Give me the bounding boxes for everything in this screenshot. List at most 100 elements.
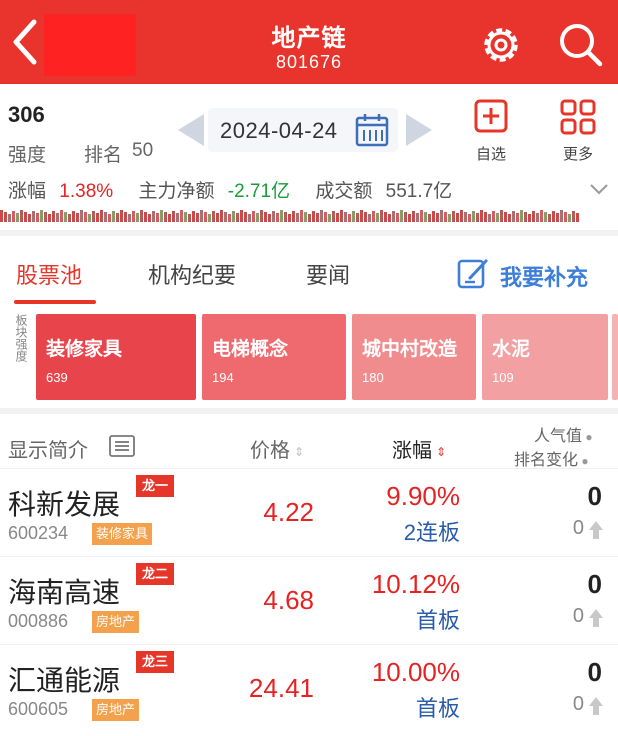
heat-bar-segment [180,210,183,222]
triangle-right-icon [406,114,432,146]
search-icon [560,24,603,67]
list-icon[interactable] [108,434,136,458]
stock-row[interactable]: 汇通能源 龙三 600605 房地产 24.41 10.00% 首板 0 0 [0,644,618,732]
plate-count: 639 [46,370,68,385]
heat-bar-segment [148,214,151,222]
plate-card[interactable]: 水泥 109 [482,314,608,400]
heat-bar-segment [260,210,263,222]
heat-bar-segment [288,214,291,222]
heat-bar-segment [256,213,259,222]
heat-bar-segment [8,214,11,222]
heat-bar-segment [428,214,431,222]
add-label: 自选 [475,146,506,163]
heat-bar-segment [0,210,3,222]
heat-bar-segment [348,214,351,222]
heat-bar-segment [236,213,239,222]
heat-bar-segment [368,214,371,222]
tab-news[interactable]: 要闻 [306,258,350,290]
plate-card[interactable]: 城中村改造 180 [352,314,476,400]
rank-change-header[interactable]: 排名变化 ● [514,446,589,470]
heat-bar-segment [164,212,167,222]
stock-code: 600234 [8,523,69,543]
list-header: 显示简介 价格 ⇕ 涨幅 ⇕ 人气值 ● 排名变化 ● [0,408,618,470]
stock-row[interactable]: 海南高速 龙二 000886 房地产 4.68 10.12% 首板 0 0 [0,556,618,644]
heat-bar-segment [444,212,447,222]
heat-bar-segment [456,213,459,222]
heat-bar-segment [544,212,547,222]
heat-bar-segment [380,210,383,222]
tab-stock-pool[interactable]: 股票池 [16,258,82,290]
heat-bar-segment [220,210,223,222]
dragon-rank-badge: 龙三 [136,651,175,673]
heat-bar-segment [32,211,35,222]
heat-bar-segment [268,214,271,222]
heat-bar-segment [324,212,327,222]
heat-bar-segment [4,212,7,222]
heat-bar-segment [24,212,27,222]
stock-price: 24.41 [248,673,314,703]
price-column-header[interactable]: 价格 ⇕ [250,434,304,463]
heat-bar-segment [156,213,159,222]
popularity-header[interactable]: 人气值 ● [534,422,593,446]
sector-tag: 房地产 [92,699,140,721]
stock-row[interactable]: 科新发展 龙一 600234 装修家具 4.22 9.90% 2连板 0 0 [0,468,618,556]
heat-bar-segment [216,213,219,222]
heat-bar-segment [364,212,367,222]
heat-bar-segment [436,213,439,222]
heat-bar-segment [60,210,63,222]
rank-change-value: 0 [572,517,584,539]
triangle-left-icon [178,114,204,146]
heat-bar-segment [488,214,491,222]
heat-bar-segment [280,210,283,222]
heat-bar-segment [568,214,571,222]
heat-bar-segment [504,212,507,222]
heat-bar-segment [124,212,127,222]
heat-bar-segment [312,211,315,222]
heat-bar-segment [56,213,59,222]
heat-bar-segment [20,210,23,222]
chevron-down-icon[interactable] [588,180,610,198]
heat-bar-segment [300,210,303,222]
plate-card[interactable] [612,314,618,400]
next-date-button[interactable] [402,110,436,150]
heat-bar-segment [552,211,555,222]
heat-bar-segment [204,212,207,222]
popularity-value: 0 [587,657,602,687]
plate-card[interactable]: 电梯概念 194 [202,314,346,400]
heat-bar-segment [560,210,563,222]
date-picker[interactable]: 2024-04-24 [208,108,398,152]
heat-bar-segment [44,212,47,222]
heat-bar-segment [84,212,87,222]
strength-value: 306 [8,102,45,127]
stock-name: 汇通能源 [8,665,121,696]
prev-date-button[interactable] [174,110,208,150]
popularity-value: 0 [587,569,602,599]
arrow-up-icon [589,697,603,715]
heat-bar-segment [392,211,395,222]
heat-bar-segment [12,211,15,222]
stock-price: 4.68 [263,585,314,615]
settings-button[interactable] [478,22,524,68]
heat-bar-segment [120,210,123,222]
heat-bar-segment [556,213,559,222]
plate-card[interactable]: 装修家具 639 [36,314,196,400]
heat-bar-segment [332,211,335,222]
heat-bar-segment [508,214,511,222]
sector-heat-bar [0,210,579,222]
tab-institution-notes[interactable]: 机构纪要 [148,258,236,290]
search-button[interactable] [556,20,606,70]
heat-bar-segment [492,211,495,222]
plate-name: 装修家具 [46,339,123,360]
show-intro-toggle[interactable]: 显示简介 [8,434,88,463]
heat-bar-segment [252,211,255,222]
stats-line: 涨幅 1.38% 主力净额 -2.71亿 成交额 551.7亿 [8,176,452,202]
heat-bar-segment [564,212,567,222]
page-title: 地产链 [271,25,347,52]
heat-bar-segment [176,213,179,222]
more-button[interactable]: 更多 [548,98,608,164]
add-watchlist-button[interactable]: 自选 [462,98,520,164]
edit-icon [457,259,488,289]
mainflow-value: -2.71亿 [227,181,291,202]
change-column-header[interactable]: 涨幅 ⇕ [392,434,446,463]
stock-change: 9.90% [386,481,460,511]
